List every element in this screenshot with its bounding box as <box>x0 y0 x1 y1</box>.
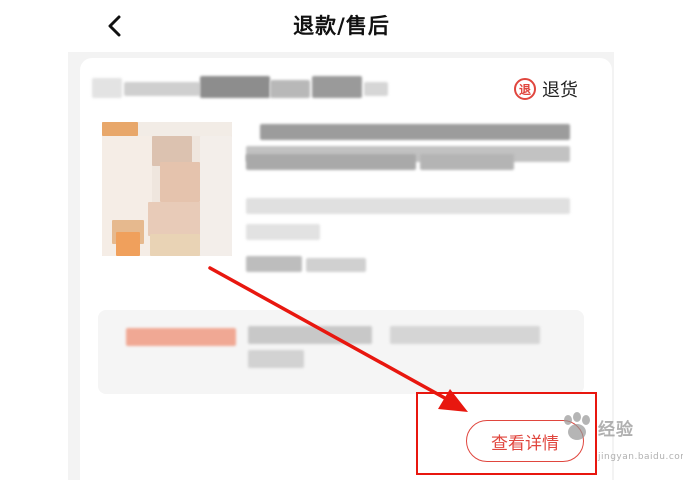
top-nav-bar: 退款/售后 <box>0 0 683 52</box>
product-image-redacted <box>102 122 232 256</box>
page-title: 退款/售后 <box>293 14 390 38</box>
refund-after-sales-page: 退款/售后 退 退货 查看详情 经验 jingyan.baidu.com <box>0 0 683 480</box>
return-status-label: 退货 <box>542 80 578 101</box>
return-icon: 退 <box>514 78 536 100</box>
watermark: 经验 <box>560 412 634 442</box>
watermark-url: jingyan.baidu.com <box>598 452 683 462</box>
paw-icon <box>564 412 590 440</box>
return-status-badge: 退 退货 <box>514 76 578 102</box>
refund-info-panel <box>98 310 584 394</box>
watermark-text: 经验 <box>598 419 634 440</box>
refund-order-card[interactable]: 退 退货 查看详情 <box>80 58 612 480</box>
